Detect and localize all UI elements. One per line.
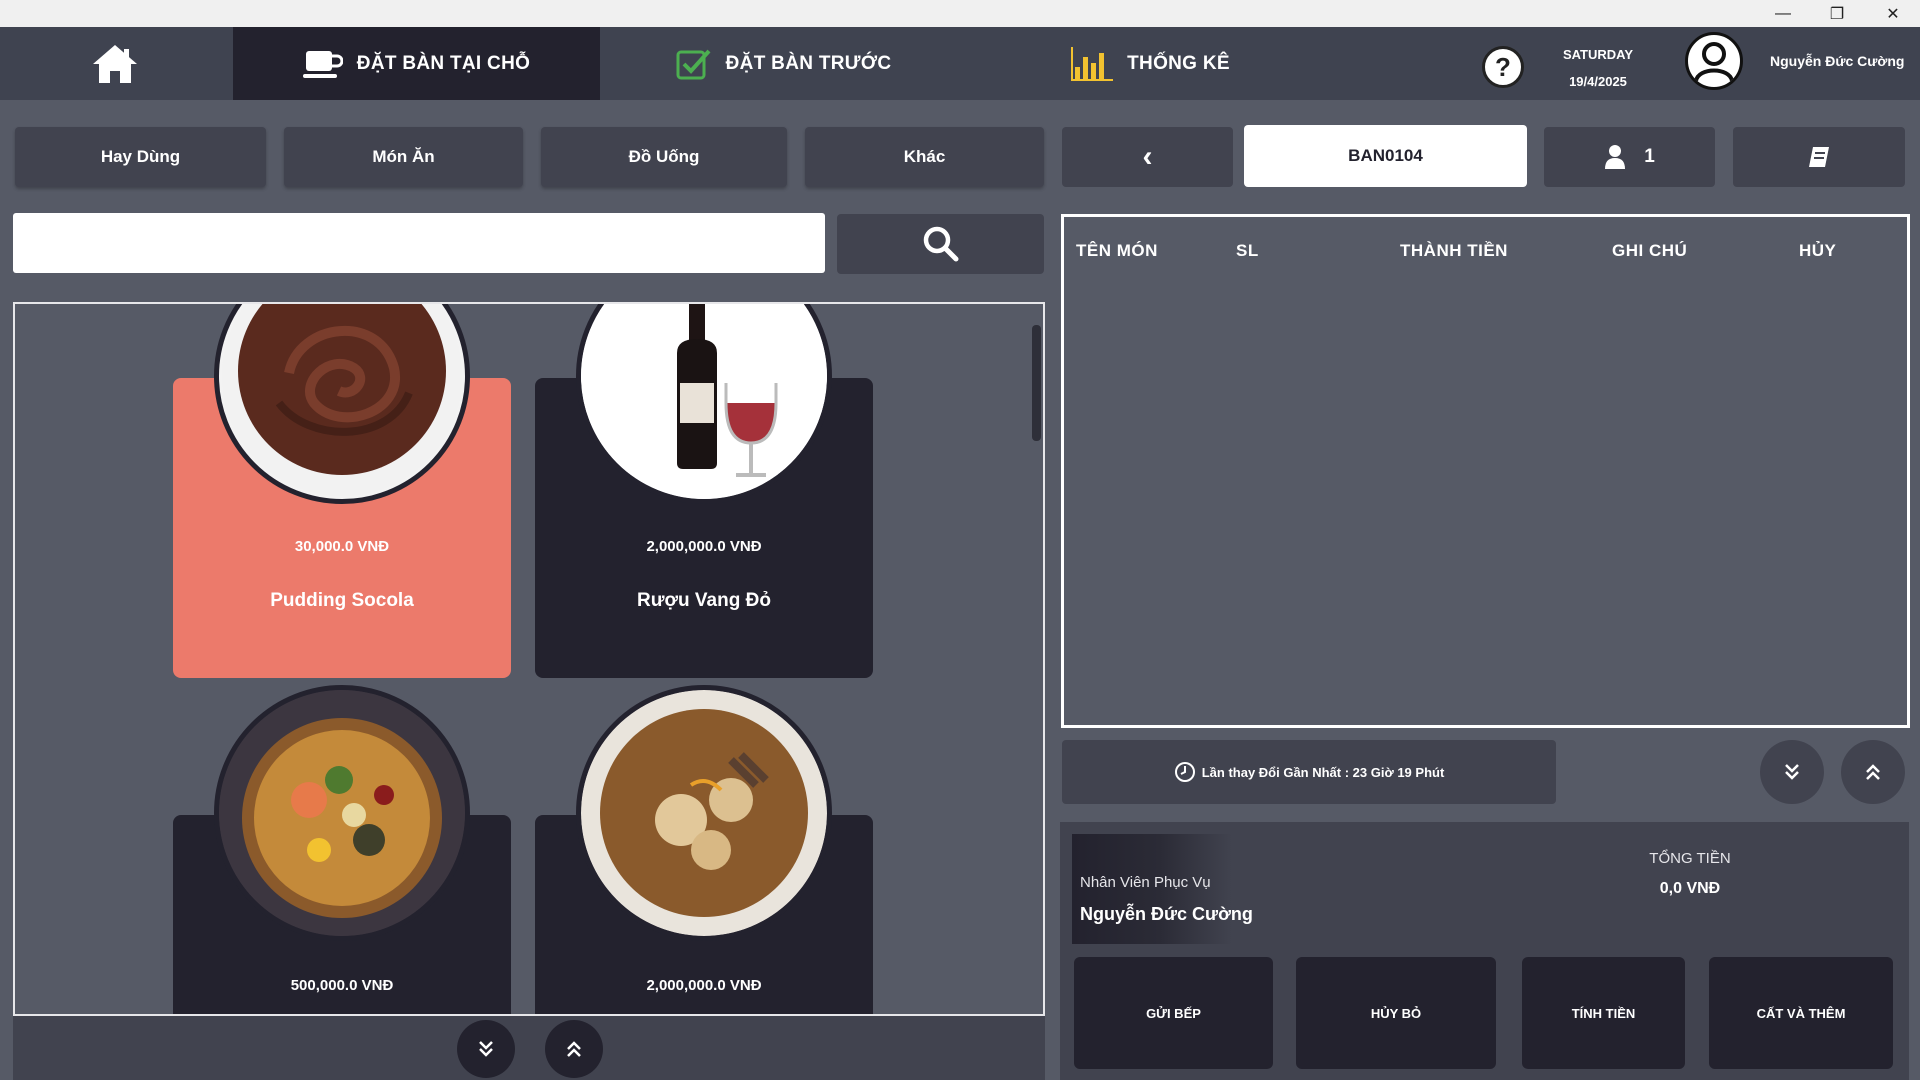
help-icon: ? <box>1495 51 1511 82</box>
date-display: SATURDAY 19/4/2025 <box>1555 41 1641 95</box>
back-button[interactable]: ‹ <box>1062 127 1233 187</box>
chevron-left-icon: ‹ <box>1142 140 1153 173</box>
product-pager <box>13 1016 1045 1080</box>
checkbox-check-icon <box>676 49 711 79</box>
save-and-add-button[interactable]: CẤT VÀ THÊM <box>1709 957 1893 1069</box>
user-name: Nguyễn Đức Cường <box>1770 53 1905 69</box>
seafood-hotpot-image <box>214 685 470 941</box>
category-food[interactable]: Món Ăn <box>284 127 523 187</box>
scroll-up-button[interactable] <box>545 1020 603 1078</box>
order-scroll-down-button[interactable] <box>1760 740 1824 804</box>
avatar[interactable] <box>1685 32 1743 90</box>
search-icon <box>923 226 958 262</box>
last-change-info: Lần thay Đổi Gần Nhất : 23 Giờ 19 Phút <box>1062 740 1556 804</box>
maximize-button[interactable]: ❐ <box>1810 0 1864 27</box>
bar-chart-icon <box>1071 46 1114 81</box>
category-favorites[interactable]: Hay Dùng <box>15 127 266 187</box>
tab-dine-in-label: ĐẶT BÀN TẠI CHỖ <box>356 52 531 74</box>
product-price: 2,000,000.0 VNĐ <box>646 977 762 994</box>
column-header-cancel: HỦY <box>1799 241 1837 260</box>
tab-statistics[interactable]: THỐNG KÊ <box>967 27 1334 100</box>
coffee-cup-icon <box>302 50 343 78</box>
staff-label: Nhân Viên Phục Vụ <box>1080 874 1211 891</box>
tab-statistics-label: THỐNG KÊ <box>1127 52 1230 74</box>
product-price: 2,000,000.0 VNĐ <box>646 538 762 555</box>
home-button[interactable] <box>80 37 150 91</box>
column-header-quantity: SL <box>1236 241 1259 260</box>
double-chevron-down-icon <box>479 1041 493 1057</box>
staff-name: Nguyễn Đức Cường <box>1080 904 1253 924</box>
table-code: BAN0104 <box>1244 125 1527 187</box>
checkout-button[interactable]: TÍNH TIỀN <box>1522 957 1685 1069</box>
order-summary: Nhân Viên Phục Vụ Nguyễn Đức Cường TỔNG … <box>1060 822 1909 1080</box>
cancel-button[interactable]: HỦY BỎ <box>1296 957 1496 1069</box>
home-icon <box>93 45 137 83</box>
total-label: TỔNG TIỀN <box>1649 850 1731 867</box>
double-chevron-up-icon <box>567 1041 581 1057</box>
order-table[interactable]: TÊN MÓN SL THÀNH TIỀN GHI CHÚ HỦY <box>1061 214 1910 728</box>
column-header-note: GHI CHÚ <box>1612 241 1688 260</box>
tab-reservation-label: ĐẶT BÀN TRƯỚC <box>725 52 892 74</box>
send-kitchen-button[interactable]: GỬI BẾP <box>1074 957 1273 1069</box>
help-button[interactable]: ? <box>1482 46 1524 88</box>
column-header-item: TÊN MÓN <box>1076 241 1158 260</box>
product-name: Pudding Socola <box>270 590 414 611</box>
total-value: 0,0 VNĐ <box>1659 880 1721 897</box>
product-scrollbar[interactable] <box>1032 325 1041 441</box>
search-input[interactable] <box>13 213 825 273</box>
window-titlebar: — ❐ ✕ <box>0 0 1920 27</box>
guest-count-button[interactable]: 1 <box>1544 127 1715 187</box>
tab-dine-in[interactable]: ĐẶT BÀN TẠI CHỖ <box>233 27 600 100</box>
double-chevron-up-icon <box>1866 764 1880 780</box>
day-of-week: SATURDAY <box>1562 47 1634 62</box>
minimize-button[interactable]: — <box>1756 0 1810 27</box>
staff-info: Nhân Viên Phục Vụ Nguyễn Đức Cường <box>1072 834 1253 944</box>
clock-icon <box>1174 762 1195 782</box>
double-chevron-down-icon <box>1785 764 1799 780</box>
category-other[interactable]: Khác <box>805 127 1044 187</box>
top-navbar: ĐẶT BÀN TẠI CHỖ ĐẶT BÀN TRƯỚC THỐNG KÊ ?… <box>0 27 1920 100</box>
tab-reservation[interactable]: ĐẶT BÀN TRƯỚC <box>600 27 967 100</box>
user-avatar-icon <box>1694 42 1734 82</box>
bill-button[interactable] <box>1733 127 1905 187</box>
guest-count: 1 <box>1644 146 1655 167</box>
search-button[interactable] <box>837 214 1044 274</box>
product-price: 30,000.0 VNĐ <box>294 538 390 555</box>
order-scroll-up-button[interactable] <box>1841 740 1905 804</box>
scroll-down-button[interactable] <box>457 1020 515 1078</box>
product-price: 500,000.0 VNĐ <box>290 977 394 994</box>
person-icon <box>1605 145 1626 169</box>
book-icon <box>1809 147 1829 167</box>
column-header-amount: THÀNH TIỀN <box>1400 241 1508 260</box>
product-name: Rượu Vang Đỏ <box>637 590 771 611</box>
product-grid[interactable]: 30,000.0 VNĐ Pudding Socola 2,000,000.0 … <box>13 302 1045 1016</box>
soup-image <box>576 685 832 941</box>
category-drinks[interactable]: Đồ Uống <box>541 127 787 187</box>
last-change-text: Lần thay Đổi Gần Nhất : 23 Giờ 19 Phút <box>1201 764 1445 780</box>
close-button[interactable]: ✕ <box>1866 0 1920 27</box>
current-date: 19/4/2025 <box>1569 74 1627 89</box>
